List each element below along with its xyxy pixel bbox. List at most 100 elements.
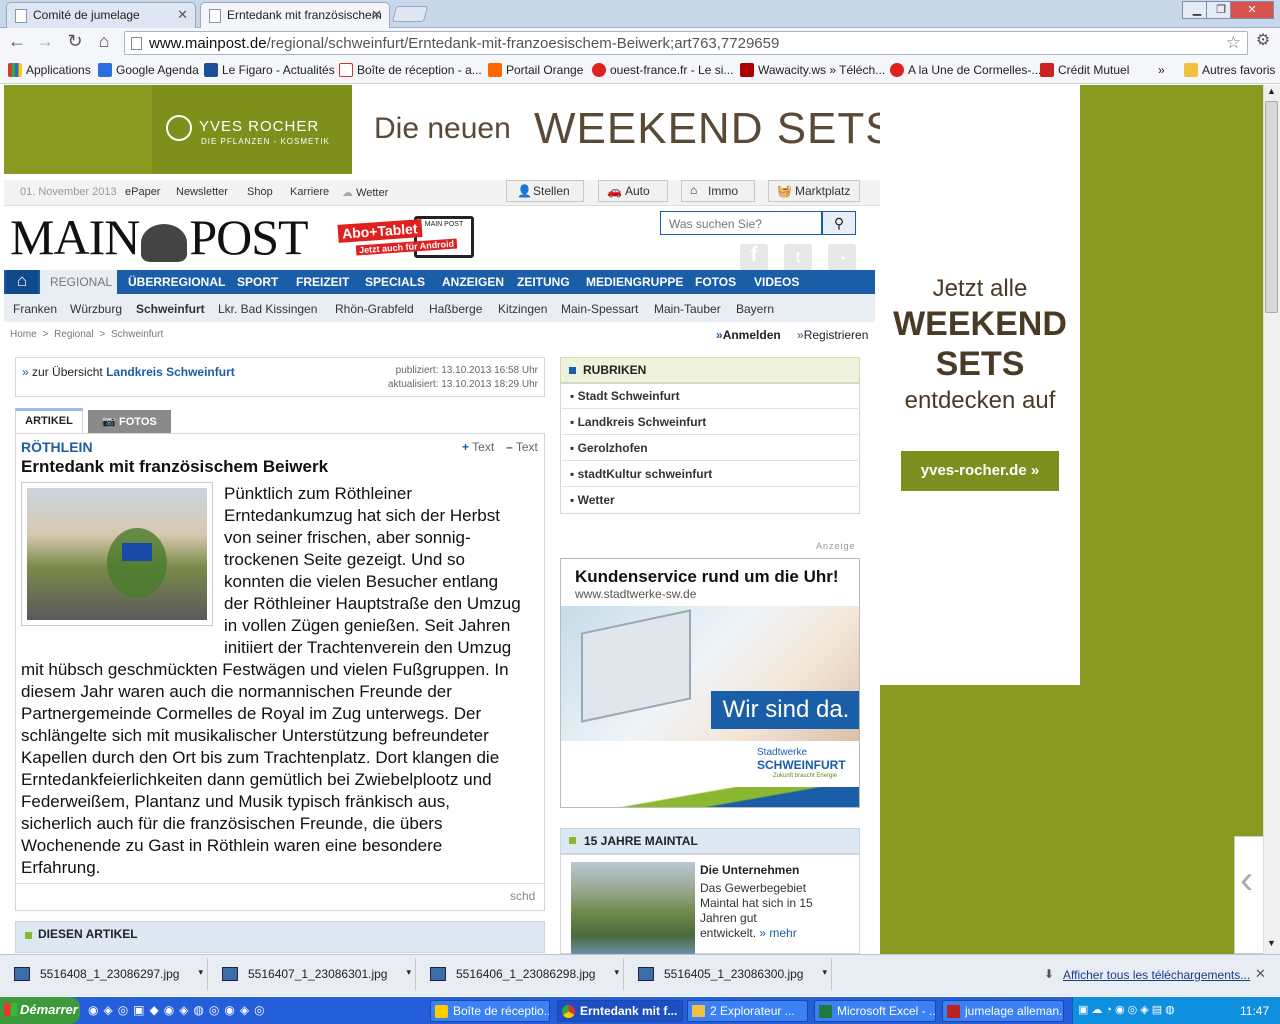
nav-zeitung[interactable]: ZEITUNG: [517, 275, 570, 289]
rubrik-stadtkultur[interactable]: ▪ stadtKultur schweinfurt: [570, 467, 712, 481]
stadtwerke-ad[interactable]: Kundenservice rund um die Uhr! www.stadt…: [560, 558, 860, 808]
subnav-bad-kissingen[interactable]: Lkr. Bad Kissingen: [218, 302, 317, 316]
back-link[interactable]: Landkreis Schweinfurt: [106, 365, 235, 379]
yves-rocher-logo[interactable]: YVES ROCHER DIE PFLANZEN - KOSMETIK: [152, 85, 352, 174]
reload-icon[interactable]: ↻: [64, 31, 86, 53]
task-explorer[interactable]: 2 Explorateur ...: [687, 1000, 808, 1022]
side-banner-ad[interactable]: Jetzt alle WEEKEND SETS entdecken auf yv…: [880, 85, 1080, 685]
bookmark-gmail[interactable]: Boîte de réception - a...: [339, 63, 482, 77]
bookmark-wawacity[interactable]: Wawacity.ws » Téléch...: [740, 63, 885, 77]
back-icon[interactable]: ←: [6, 31, 28, 53]
scroll-up-icon[interactable]: ▲: [1264, 86, 1279, 100]
breadcrumb-home[interactable]: Home: [10, 329, 37, 340]
tab-erntedank[interactable]: Erntedank mit französischem ✕: [200, 2, 390, 28]
download-item-3[interactable]: 5516406_1_23086298.jpg ▾: [416, 958, 624, 990]
bookmark-orange[interactable]: Portail Orange: [488, 63, 583, 77]
subnav-franken[interactable]: Franken: [13, 302, 57, 316]
show-all-downloads[interactable]: Afficher tous les téléchargements...: [1063, 968, 1250, 982]
subnav-main-tauber[interactable]: Main-Tauber: [654, 302, 721, 316]
new-tab-button[interactable]: [391, 6, 429, 22]
close-icon[interactable]: ✕: [177, 7, 188, 23]
link-epaper[interactable]: ePaper: [125, 186, 160, 198]
twitter-icon[interactable]: t: [784, 244, 812, 272]
aerial-photo[interactable]: [571, 862, 695, 954]
bookmark-credit-mutuel[interactable]: Crédit Mutuel: [1040, 63, 1129, 77]
chevron-down-icon[interactable]: ▾: [198, 967, 203, 978]
nav-freizeit[interactable]: FREIZEIT: [296, 275, 349, 289]
home-icon[interactable]: ⌂: [93, 31, 115, 53]
maintal-headline[interactable]: Die Unternehmen: [700, 863, 799, 877]
rss-icon[interactable]: ◔: [828, 244, 856, 272]
search-input[interactable]: Was suchen Sie?: [660, 211, 822, 235]
address-bar[interactable]: www.mainpost.de/regional/schweinfurt/Ern…: [124, 31, 1248, 55]
rubrik-gerolzhofen[interactable]: ▪ Gerolzhofen: [570, 441, 648, 455]
ad-side-button[interactable]: yves-rocher.de »: [901, 451, 1059, 491]
register-link[interactable]: »Registrieren: [797, 328, 868, 342]
nav-mediengruppe[interactable]: MEDIENGRUPPE: [586, 275, 683, 289]
chevron-down-icon[interactable]: ▾: [406, 967, 411, 978]
download-item-4[interactable]: 5516405_1_23086300.jpg ▾: [624, 958, 832, 990]
link-wetter[interactable]: ☁ Wetter: [342, 186, 388, 199]
close-icon[interactable]: ✕: [1255, 966, 1266, 982]
tab-artikel[interactable]: ARTIKEL: [15, 408, 83, 434]
tab-comite[interactable]: Comité de jumelage ✕: [6, 2, 196, 28]
task-excel[interactable]: Microsoft Excel - ...: [814, 1000, 936, 1022]
link-shop[interactable]: Shop: [247, 186, 273, 198]
subnav-bayern[interactable]: Bayern: [736, 302, 774, 316]
search-icon[interactable]: ⚲: [822, 211, 856, 235]
nav-anzeigen[interactable]: ANZEIGEN: [442, 275, 504, 289]
forward-icon[interactable]: →: [34, 31, 56, 53]
bookmarks-overflow[interactable]: »: [1158, 63, 1165, 77]
wrench-icon[interactable]: ⚙: [1252, 31, 1274, 53]
chevron-down-icon[interactable]: ▾: [614, 967, 619, 978]
tab-immo[interactable]: ⌂ Immo: [681, 180, 755, 202]
close-window-button[interactable]: ✕: [1230, 1, 1274, 19]
subnav-main-spessart[interactable]: Main-Spessart: [561, 302, 638, 316]
bookmark-cormelles[interactable]: A la Une de Cormelles-...: [890, 63, 1041, 77]
maintal-more-link[interactable]: » mehr: [759, 926, 796, 940]
login-link[interactable]: »Anmelden: [716, 328, 781, 342]
bookmark-google-agenda[interactable]: Google Agenda: [98, 63, 199, 77]
bookmark-figaro[interactable]: Le Figaro - Actualités: [204, 63, 335, 77]
abo-tablet-promo[interactable]: MAIN POST Abo+Tablet Jetzt auch für Andr…: [337, 216, 474, 258]
article-photo[interactable]: [21, 482, 213, 626]
link-newsletter[interactable]: Newsletter: [176, 186, 228, 198]
tray-icons[interactable]: ▣☁◔◉◎◈▤◍: [1078, 1003, 1178, 1016]
tab-auto[interactable]: 🚗 Auto: [598, 180, 668, 202]
bookmark-applications[interactable]: Applications: [8, 63, 91, 77]
subnav-rhoen-grabfeld[interactable]: Rhön-Grabfeld: [335, 302, 414, 316]
task-chrome[interactable]: Erntedank mit f...: [557, 1000, 683, 1022]
tab-marktplatz[interactable]: 🧺 Marktplatz: [768, 180, 860, 202]
home-icon[interactable]: ⌂: [6, 270, 38, 294]
nav-videos[interactable]: VIDEOS: [754, 275, 799, 289]
close-icon[interactable]: ✕: [371, 7, 382, 23]
chevron-down-icon[interactable]: ▾: [822, 967, 827, 978]
star-icon[interactable]: ☆: [1226, 33, 1241, 53]
task-filezilla[interactable]: jumelage alleman...: [942, 1000, 1064, 1022]
rubrik-landkreis[interactable]: ▪ Landkreis Schweinfurt: [570, 415, 706, 429]
rubrik-stadt-schweinfurt[interactable]: ▪ Stadt Schweinfurt: [570, 389, 680, 403]
bookmark-ouest-france[interactable]: ouest-france.fr - Le si...: [592, 63, 733, 77]
tab-stellen[interactable]: 👤 Stellen: [506, 180, 584, 202]
rubrik-wetter[interactable]: ▪ Wetter: [570, 493, 615, 507]
bookmark-other[interactable]: Autres favoris: [1184, 63, 1275, 77]
nav-regional[interactable]: REGIONAL: [50, 275, 112, 289]
breadcrumb-regional[interactable]: Regional: [54, 329, 93, 340]
task-mail[interactable]: Boîte de réceptio...: [430, 1000, 550, 1022]
scrollbar-thumb[interactable]: [1265, 101, 1278, 313]
subnav-kitzingen[interactable]: Kitzingen: [498, 302, 547, 316]
nav-sport[interactable]: SPORT: [237, 275, 278, 289]
breadcrumb-schweinfurt[interactable]: Schweinfurt: [111, 329, 163, 340]
back-to-overview[interactable]: » zur Übersicht Landkreis Schweinfurt: [22, 365, 235, 379]
subnav-hassberge[interactable]: Haßberge: [429, 302, 482, 316]
subnav-wuerzburg[interactable]: Würzburg: [70, 302, 122, 316]
nav-ueberregional[interactable]: ÜBERREGIONAL: [128, 275, 225, 289]
start-button[interactable]: Démarrer: [0, 997, 80, 1024]
scroll-down-icon[interactable]: ▼: [1264, 938, 1279, 952]
facebook-icon[interactable]: f: [740, 244, 768, 272]
nav-specials[interactable]: SPECIALS: [365, 275, 425, 289]
download-item-1[interactable]: 5516408_1_23086297.jpg ▾: [0, 958, 208, 990]
text-increase[interactable]: + Text: [462, 440, 494, 454]
tab-fotos[interactable]: 📷 FOTOS: [88, 410, 171, 434]
download-item-2[interactable]: 5516407_1_23086301.jpg ▾: [208, 958, 416, 990]
